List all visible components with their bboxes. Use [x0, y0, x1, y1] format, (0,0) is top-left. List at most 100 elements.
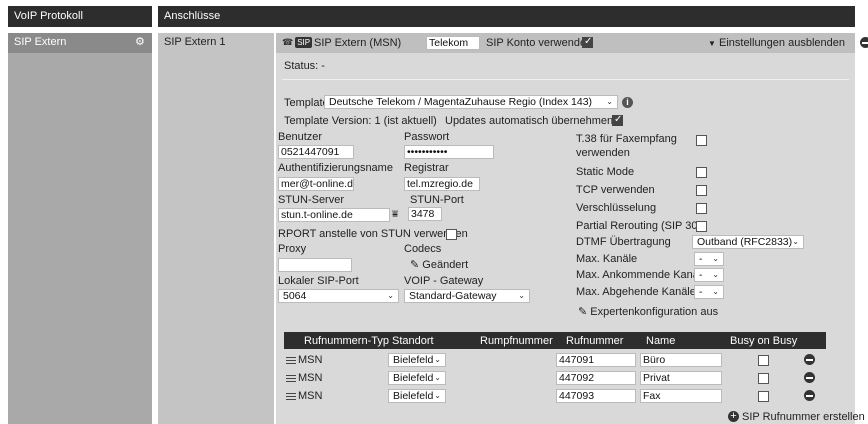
row-standort-select[interactable]: Bielefeld ⌄ [388, 371, 446, 385]
stun-port-field[interactable]: 3478 [408, 207, 442, 221]
chevron-down-icon: ⌄ [434, 373, 441, 382]
entry-label[interactable]: SIP Extern 1 [158, 33, 274, 424]
registrar-label: Registrar [404, 162, 449, 174]
gateway-label: VOIP - Gateway [404, 275, 484, 287]
row-standort-value: Bielefeld [393, 390, 434, 402]
pencil-icon: ✎ [410, 259, 420, 271]
row-standort-select[interactable]: Bielefeld ⌄ [388, 389, 446, 403]
row-busy-checkbox[interactable] [758, 355, 769, 366]
row-busy-checkbox[interactable] [758, 391, 769, 402]
authname-label: Authentifizierungsname [278, 162, 393, 174]
chevron-down-icon: ⌄ [518, 291, 525, 300]
drag-handle-icon[interactable] [286, 375, 296, 382]
max-kanaele-value: - [699, 253, 703, 265]
stun-server-label: STUN-Server [278, 194, 345, 206]
row-name-field[interactable]: Privat [640, 371, 722, 385]
drag-handle-icon[interactable] [286, 393, 296, 400]
experten-link[interactable]: ✎ Expertenkonfiguration aus [578, 305, 718, 318]
row-typ: MSN [298, 390, 323, 402]
codecs-link-label: Geändert [422, 259, 469, 271]
add-number-link[interactable]: SIP Rufnummer erstellen [742, 411, 865, 423]
max-kanaele-select[interactable]: - ⌄ [694, 252, 724, 266]
row-typ: MSN [298, 372, 323, 384]
row-standort-select[interactable]: Bielefeld ⌄ [388, 353, 446, 367]
filter-icon[interactable]: ⩸ [392, 209, 398, 220]
dtmf-value: Outband (RFC2833) [697, 236, 793, 248]
sidebar-item-sip-extern[interactable]: SIP Extern ⚙ [8, 33, 152, 53]
max-abgehende-select[interactable]: - ⌄ [694, 285, 724, 299]
rport-checkbox[interactable] [446, 229, 457, 240]
dtmf-select[interactable]: Outband (RFC2833) ⌄ [692, 235, 804, 249]
codecs-link[interactable]: ✎ Geändert [410, 258, 468, 271]
template-select-value: Deutsche Telekom / MagentaZuhause Regio … [329, 96, 593, 108]
proxy-field[interactable] [278, 258, 352, 272]
updates-label: Updates automatisch übernehmen. [445, 115, 617, 127]
t38-checkbox[interactable] [696, 135, 707, 146]
gateway-select[interactable]: Standard-Gateway ⌄ [404, 289, 530, 303]
row-rufnummer-field[interactable]: 447093 [556, 389, 636, 403]
remove-row-icon[interactable] [804, 390, 815, 401]
stun-port-label: STUN-Port [410, 194, 464, 206]
sip-badge: SIP [295, 37, 313, 48]
row-name-field[interactable]: Fax [640, 389, 722, 403]
main-panel-header: Anschlüsse [158, 6, 855, 27]
phone-icon: ☎ SIP [282, 37, 313, 48]
verschluesselung-checkbox[interactable] [696, 203, 707, 214]
chevron-down-icon: ⌄ [387, 291, 394, 300]
remove-row-icon[interactable] [804, 372, 815, 383]
row-rufnummer-field[interactable]: 447091 [556, 353, 636, 367]
add-icon[interactable]: + [728, 411, 739, 422]
template-select[interactable]: Deutsche Telekom / MagentaZuhause Regio … [324, 95, 618, 109]
divider [282, 79, 849, 80]
provider-field[interactable]: Telekom [426, 36, 480, 50]
row-typ: MSN [298, 354, 323, 366]
partial-rerouting-checkbox[interactable] [696, 221, 707, 232]
verschluesselung-label: Verschlüsselung [576, 202, 657, 214]
drag-handle-icon[interactable] [286, 357, 296, 364]
col-rufnummer: Rufnummer [566, 335, 624, 347]
sidebar-item-label: SIP Extern [14, 36, 67, 48]
col-name: Name [646, 335, 676, 347]
left-panel-header: VoIP Protokoll [8, 6, 152, 27]
col-rumpfnummer: Rumpfnummer [480, 335, 553, 347]
template-version: Template Version: 1 (ist aktuell) [284, 115, 437, 127]
pencil-icon: ✎ [578, 306, 588, 318]
passwort-field[interactable]: ••••••••••• [404, 145, 494, 159]
row-name-field[interactable]: Büro [640, 353, 722, 367]
benutzer-field[interactable]: 0521447091 [278, 145, 354, 159]
table-row: MSN Bielefeld ⌄ 447093 Fax [284, 387, 826, 405]
registrar-field[interactable]: tel.mzregio.de [404, 177, 480, 191]
stun-server-field[interactable]: stun.t-online.de [278, 208, 390, 222]
row-standort-value: Bielefeld [393, 372, 434, 384]
chevron-down-icon: ⌄ [792, 237, 799, 246]
static-mode-label: Static Mode [576, 166, 635, 178]
tcp-checkbox[interactable] [696, 185, 707, 196]
row-busy-checkbox[interactable] [758, 373, 769, 384]
chevron-down-icon: ⌄ [712, 254, 719, 263]
remove-entry-icon[interactable] [860, 37, 868, 48]
sip-konto-checkbox[interactable] [582, 36, 593, 48]
gear-icon[interactable]: ⚙ [135, 37, 146, 48]
codecs-label: Codecs [404, 243, 442, 255]
row-rufnummer-field[interactable]: 447092 [556, 371, 636, 385]
updates-checkbox[interactable] [612, 114, 623, 126]
remove-row-icon[interactable] [804, 354, 815, 365]
proxy-label: Proxy [278, 243, 307, 255]
lokaler-port-select[interactable]: 5064 ⌄ [278, 289, 399, 303]
caret-down-icon: ▼ [708, 39, 716, 48]
template-label: Template [284, 97, 329, 109]
max-kanaele-label: Max. Kanäle [576, 253, 638, 265]
max-ankommende-select[interactable]: - ⌄ [694, 268, 724, 282]
authname-field[interactable]: mer@t-online.de [278, 177, 354, 191]
max-abgehende-label: Max. Abgehende Kanäle [576, 286, 696, 298]
info-icon[interactable]: i [622, 97, 633, 108]
sip-konto-label: SIP Konto verwenden [486, 37, 593, 49]
benutzer-label: Benutzer [278, 131, 323, 143]
dtmf-label: DTMF Übertragung [576, 236, 671, 248]
settings-toggle[interactable]: ▼ Einstellungen ausblenden [708, 37, 845, 49]
max-ankommende-value: - [699, 269, 703, 281]
settings-toggle-label: Einstellungen ausblenden [718, 37, 845, 49]
entry-toolbar: ☎ SIP SIP Extern (MSN) Telekom SIP Konto … [276, 33, 855, 53]
row-standort-value: Bielefeld [393, 354, 434, 366]
static-mode-checkbox[interactable] [696, 167, 707, 178]
